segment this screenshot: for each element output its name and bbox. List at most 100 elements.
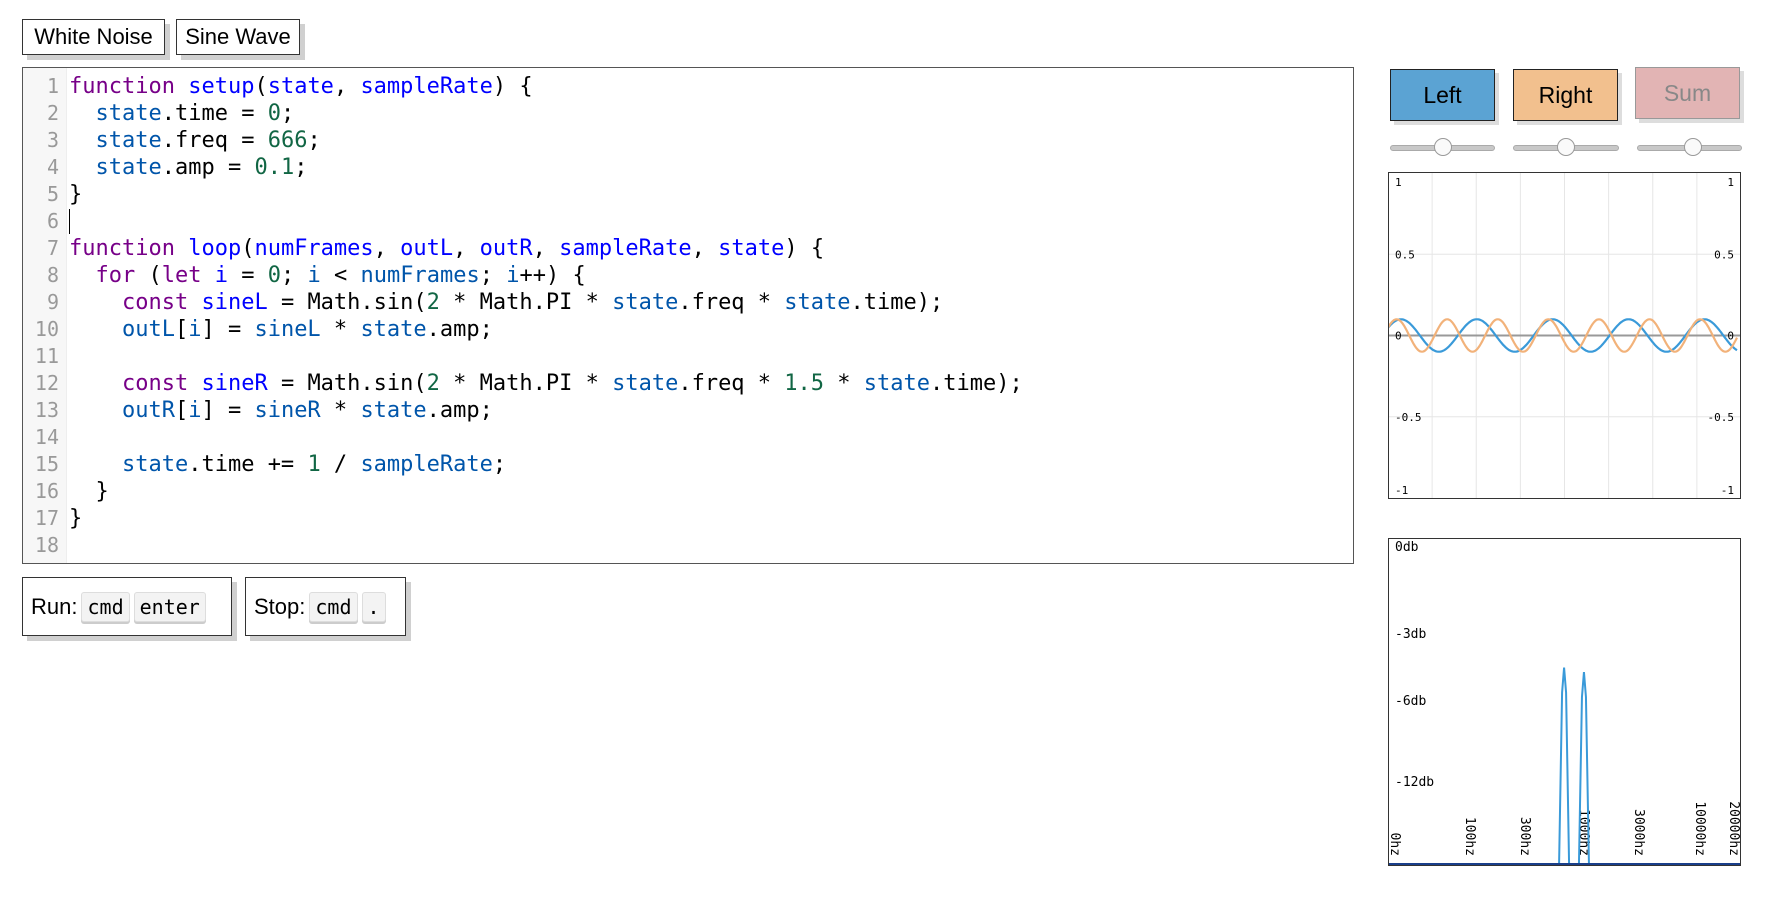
code-line: function loop(numFrames, outL, outR, sam… bbox=[69, 235, 824, 262]
run-label: Run: bbox=[31, 593, 78, 619]
code-token: i bbox=[214, 263, 228, 288]
code-token: ] = bbox=[201, 317, 255, 342]
code-token: [ bbox=[174, 398, 189, 423]
code-token: ; bbox=[294, 155, 308, 180]
code-token: .amp = bbox=[161, 155, 255, 180]
code-token: ) { bbox=[784, 236, 825, 261]
line-number: 6 bbox=[46, 209, 59, 233]
spectrum-line bbox=[1388, 667, 1741, 865]
code-token: state bbox=[121, 452, 189, 477]
y-tick-label-right: -0.5 bbox=[1708, 411, 1735, 424]
code-token: state bbox=[95, 101, 162, 126]
stop-label: Stop: bbox=[254, 593, 306, 619]
code-token: ) { bbox=[492, 74, 533, 99]
y-tick-label-left: -1 bbox=[1395, 484, 1408, 497]
code-token: .time); bbox=[850, 290, 944, 315]
left-channel-button[interactable]: Left bbox=[1390, 69, 1495, 121]
db-tick-label: -12db bbox=[1395, 775, 1434, 790]
code-token: ( bbox=[254, 74, 268, 99]
slider-thumb[interactable] bbox=[1433, 138, 1452, 156]
sum-volume-slider[interactable] bbox=[1637, 138, 1742, 156]
code-token: numFrames bbox=[254, 236, 374, 261]
code-token: * Math.PI * bbox=[439, 290, 613, 315]
code-token: .time = bbox=[161, 101, 268, 126]
code-token: , bbox=[373, 236, 401, 261]
code-line: outL[i] = sineL * state.amp; bbox=[69, 316, 493, 343]
code-token: setup bbox=[188, 74, 255, 99]
code-line: state.time = 0; bbox=[69, 100, 295, 127]
code-line: } bbox=[69, 505, 82, 532]
code-token: .time); bbox=[930, 371, 1023, 396]
white-noise-button[interactable]: White Noise bbox=[22, 19, 165, 55]
line-number: 18 bbox=[34, 533, 59, 557]
code-token: ; bbox=[281, 263, 308, 288]
run-shortcut: Run: cmd enter bbox=[22, 577, 232, 636]
line-number: 15 bbox=[34, 452, 59, 476]
code-token: for bbox=[95, 263, 136, 288]
code-token: * bbox=[320, 317, 361, 342]
hz-tick-label: 100hz bbox=[1462, 817, 1477, 856]
right-channel-button[interactable]: Right bbox=[1513, 69, 1618, 121]
code-token: loop bbox=[188, 236, 242, 261]
hz-tick-label: 0hz bbox=[1388, 833, 1402, 856]
slider-thumb[interactable] bbox=[1557, 138, 1575, 156]
code-token: 0 bbox=[267, 101, 281, 126]
code-token: * Math.PI * bbox=[439, 371, 613, 396]
code-token: ( bbox=[135, 263, 162, 288]
code-token: state bbox=[863, 371, 931, 396]
code-token: numFrames bbox=[360, 263, 480, 288]
code-token: outL bbox=[121, 317, 175, 342]
line-number: 8 bbox=[46, 263, 59, 287]
left-volume-slider[interactable] bbox=[1390, 138, 1495, 156]
code-token: let bbox=[161, 263, 202, 288]
code-token: ; bbox=[492, 452, 507, 477]
code-token: 1 bbox=[307, 452, 321, 477]
code-token: outR bbox=[121, 398, 175, 423]
code-token: sineL bbox=[201, 290, 268, 315]
code-token: state bbox=[95, 128, 162, 153]
code-token: i bbox=[188, 398, 202, 423]
code-line: state.amp = 0.1; bbox=[69, 154, 308, 181]
code-token: ++) { bbox=[519, 263, 586, 288]
key-cmd: cmd bbox=[309, 591, 358, 622]
line-number: 4 bbox=[46, 155, 59, 179]
code-token: } bbox=[69, 506, 83, 531]
code-token: i bbox=[307, 263, 321, 288]
line-number: 5 bbox=[46, 182, 59, 206]
code-token: ; bbox=[307, 128, 321, 153]
code-token: state bbox=[784, 290, 851, 315]
code-token: .amp; bbox=[426, 317, 493, 342]
code-token: i bbox=[506, 263, 520, 288]
code-token: function bbox=[69, 236, 175, 261]
right-volume-slider[interactable] bbox=[1513, 138, 1619, 156]
code-token: state bbox=[360, 398, 427, 423]
line-number: 3 bbox=[46, 128, 59, 152]
code-token: const bbox=[121, 290, 189, 315]
line-number: 16 bbox=[34, 479, 59, 503]
code-token: sampleRate bbox=[360, 74, 493, 99]
code-token: const bbox=[121, 371, 189, 396]
code-editor[interactable]: 1 2 3 4 5 6 7 8 9 10 11 12 13 14 15 16 17 18 function set… bbox=[22, 67, 1354, 564]
line-number: 11 bbox=[34, 344, 59, 368]
code-line: for (let i = 0; i < numFrames; i++) { bbox=[69, 262, 586, 289]
line-number: 1 bbox=[46, 74, 59, 98]
code-token: sampleRate bbox=[559, 236, 692, 261]
line-number-gutter: 1 2 3 4 5 6 7 8 9 10 11 12 13 14 15 16 17 18 bbox=[23, 68, 67, 563]
slider-thumb[interactable] bbox=[1683, 138, 1702, 156]
code-token: state bbox=[95, 155, 162, 180]
code-token: state bbox=[612, 290, 679, 315]
sine-wave-button[interactable]: Sine Wave bbox=[176, 19, 300, 55]
sum-channel-button[interactable]: Sum bbox=[1635, 67, 1740, 119]
code-token: state bbox=[360, 317, 427, 342]
code-token: ] = bbox=[201, 398, 255, 423]
code-line: outR[i] = sineR * state.amp; bbox=[69, 397, 493, 424]
